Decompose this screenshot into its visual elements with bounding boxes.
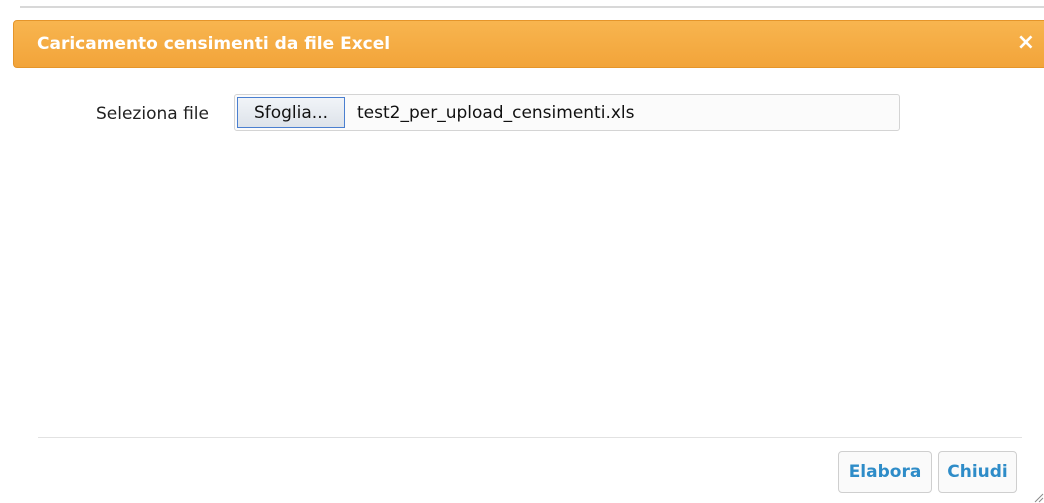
upload-dialog: Caricamento censimenti da file Excel × S… <box>0 8 1044 503</box>
elabora-button[interactable]: Elabora <box>838 451 932 493</box>
resize-grip-icon[interactable] <box>1032 491 1044 503</box>
dialog-titlebar[interactable]: Caricamento censimenti da file Excel × <box>13 20 1044 68</box>
dialog-title: Caricamento censimenti da file Excel <box>37 34 391 54</box>
file-select-row: Seleziona file Sfoglia... test2_per_uplo… <box>0 94 1044 134</box>
file-input[interactable]: Sfoglia... test2_per_upload_censimenti.x… <box>234 94 900 131</box>
close-icon[interactable]: × <box>1017 31 1035 55</box>
footer-divider <box>38 437 1022 438</box>
browse-button[interactable]: Sfoglia... <box>237 97 345 128</box>
chiudi-button[interactable]: Chiudi <box>938 451 1017 493</box>
file-select-label: Seleziona file <box>96 104 209 124</box>
selected-file-name: test2_per_upload_censimenti.xls <box>357 103 635 123</box>
